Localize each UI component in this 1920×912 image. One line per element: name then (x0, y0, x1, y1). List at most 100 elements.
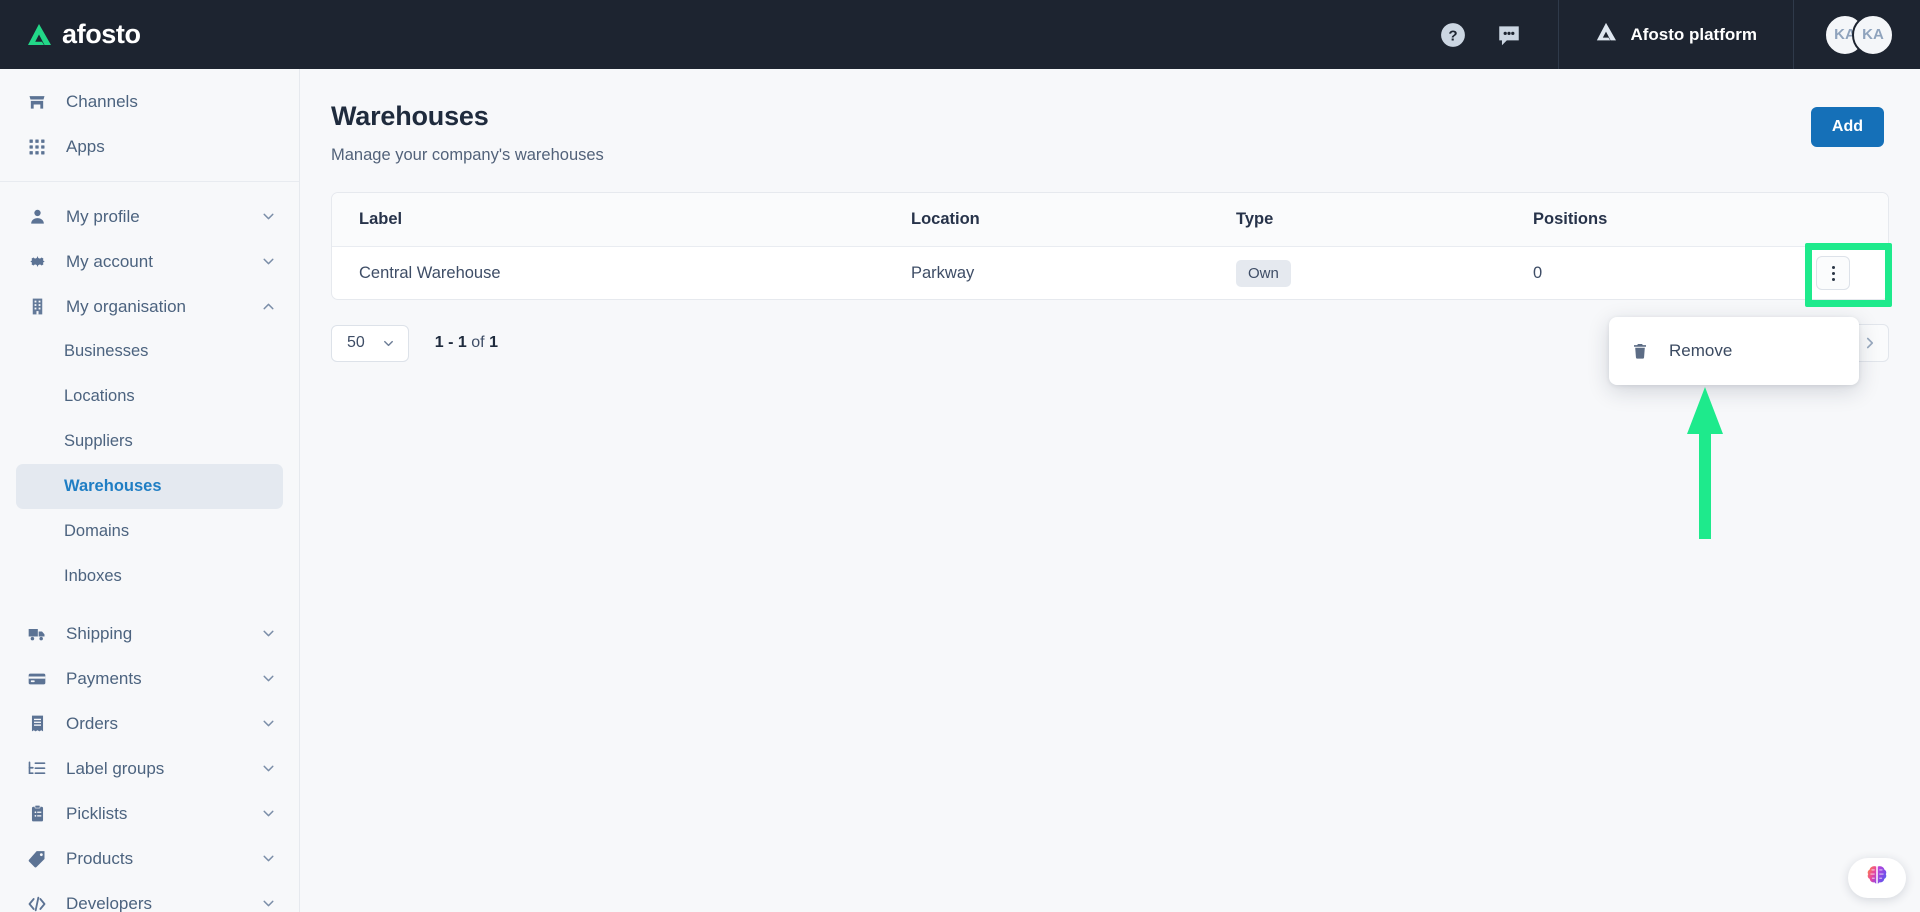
sidebar-item-warehouses[interactable]: Warehouses (16, 464, 283, 509)
topbar-icon-group: ? (1440, 22, 1558, 48)
sidebar-item-domains[interactable]: Domains (16, 509, 283, 554)
sidebar-item-label: My account (66, 251, 153, 271)
sidebar-item-orders[interactable]: Orders (0, 701, 299, 746)
sidebar: Channels Apps My profile My account My o… (0, 69, 300, 912)
sidebar-item-label: Shipping (66, 623, 133, 643)
brain-icon (1864, 863, 1890, 894)
up-arrow-annotation-icon (1683, 387, 1727, 539)
range-of: of (471, 334, 485, 351)
sidebar-item-label: Warehouses (64, 477, 162, 495)
cell-location: Parkway (911, 263, 975, 282)
assistant-widget-button[interactable] (1848, 858, 1906, 898)
sidebar-item-payments[interactable]: Payments (0, 656, 299, 701)
sidebar-item-locations[interactable]: Locations (16, 374, 283, 419)
grid-apps-icon (26, 136, 48, 158)
chevron-down-icon[interactable] (260, 253, 277, 270)
menu-item-label: Remove (1669, 341, 1733, 360)
table-row[interactable]: Central Warehouse Parkway Own 0 (332, 247, 1888, 299)
brand-logo[interactable]: afosto (0, 0, 141, 69)
sidebar-item-inboxes[interactable]: Inboxes (16, 554, 283, 599)
sidebar-divider (0, 181, 299, 182)
clipboard-icon (26, 803, 48, 825)
sidebar-item-label: Apps (66, 136, 105, 156)
svg-text:?: ? (1449, 27, 1458, 44)
gear-icon (26, 251, 48, 273)
afosto-triangle-logo-icon (26, 23, 52, 47)
page-subtitle: Manage your company's warehouses (331, 146, 604, 164)
user-icon (26, 206, 48, 228)
chevron-down-icon[interactable] (260, 760, 277, 777)
column-header-label: Label (359, 210, 403, 228)
chevron-right-icon (1861, 334, 1879, 352)
kebab-dot (1831, 265, 1835, 269)
chevron-up-icon[interactable] (260, 298, 277, 315)
column-header-positions: Positions (1533, 210, 1608, 228)
add-button[interactable]: Add (1810, 107, 1884, 147)
sidebar-item-label: Products (66, 848, 134, 868)
sidebar-item-label: Locations (64, 387, 135, 405)
cell-type: Own (1236, 259, 1533, 287)
chevron-down-icon[interactable] (260, 850, 277, 867)
sidebar-item-channels[interactable]: Channels (0, 79, 299, 124)
kebab-dot (1831, 277, 1835, 281)
sidebar-item-label: Developers (66, 893, 152, 912)
sidebar-item-my-profile[interactable]: My profile (0, 194, 299, 239)
chevron-down-icon (381, 336, 396, 351)
page-title: Warehouses (331, 101, 489, 131)
label-list-icon (26, 758, 48, 780)
sidebar-item-label: Payments (66, 668, 142, 688)
chevron-down-icon[interactable] (260, 625, 277, 642)
main-content: Warehouses Manage your company's warehou… (300, 69, 1920, 912)
help-circle-icon[interactable]: ? (1440, 22, 1466, 48)
chat-bubble-icon[interactable] (1496, 22, 1522, 48)
pagination-range: 1 - 1 of 1 (435, 334, 498, 352)
sidebar-item-label: Businesses (64, 342, 149, 360)
column-header-type: Type (1236, 210, 1274, 228)
platform-switcher[interactable]: Afosto platform (1558, 0, 1794, 69)
row-context-menu: Remove (1609, 317, 1859, 385)
status-badge: Own (1236, 259, 1291, 287)
avatar-group[interactable]: KA KA (1794, 13, 1920, 56)
kebab-menu-icon[interactable] (1816, 256, 1850, 290)
sidebar-item-label: Domains (64, 522, 130, 540)
code-icon (26, 893, 48, 912)
warehouses-table: Label Location Type Positions Central Wa… (331, 192, 1889, 300)
sidebar-item-my-account[interactable]: My account (0, 239, 299, 284)
sidebar-item-businesses[interactable]: Businesses (16, 329, 283, 374)
sidebar-item-suppliers[interactable]: Suppliers (16, 419, 283, 464)
sidebar-item-my-organisation[interactable]: My organisation (0, 284, 299, 329)
sidebar-item-apps[interactable]: Apps (0, 124, 299, 169)
chevron-down-icon[interactable] (260, 715, 277, 732)
sidebar-item-picklists[interactable]: Picklists (0, 791, 299, 836)
menu-item-remove[interactable]: Remove (1609, 329, 1859, 373)
sidebar-item-shipping[interactable]: Shipping (0, 611, 299, 656)
sidebar-item-products[interactable]: Products (0, 836, 299, 881)
chevron-down-icon[interactable] (260, 670, 277, 687)
trash-icon (1631, 342, 1651, 360)
sidebar-item-label: Suppliers (64, 432, 133, 450)
afosto-triangle-icon (1595, 22, 1617, 47)
chevron-down-icon[interactable] (260, 895, 277, 912)
sidebar-top-group: Channels Apps (0, 69, 299, 179)
chevron-down-icon[interactable] (260, 805, 277, 822)
cell-label: Central Warehouse (359, 263, 501, 282)
tag-icon (26, 848, 48, 870)
sidebar-item-label-groups[interactable]: Label groups (0, 746, 299, 791)
credit-card-icon (26, 668, 48, 690)
cell-actions (1778, 256, 1888, 290)
top-bar: afosto ? Afosto platform KA KA (0, 0, 1920, 69)
brand-name: afosto (62, 19, 141, 49)
avatar[interactable]: KA (1852, 13, 1894, 56)
sidebar-item-developers[interactable]: Developers (0, 881, 299, 912)
sidebar-item-label: Label groups (66, 758, 165, 778)
kebab-dot (1831, 271, 1835, 275)
range-current: 1 - 1 (434, 334, 467, 351)
sidebar-item-label: Orders (66, 713, 118, 733)
truck-icon (26, 623, 48, 645)
sidebar-item-label: My organisation (66, 296, 187, 316)
chevron-down-icon[interactable] (260, 208, 277, 225)
sidebar-main-group: My profile My account My organisation Bu… (0, 184, 299, 912)
per-page-select[interactable]: 50 (331, 324, 409, 362)
cell-positions: 0 (1533, 263, 1543, 282)
